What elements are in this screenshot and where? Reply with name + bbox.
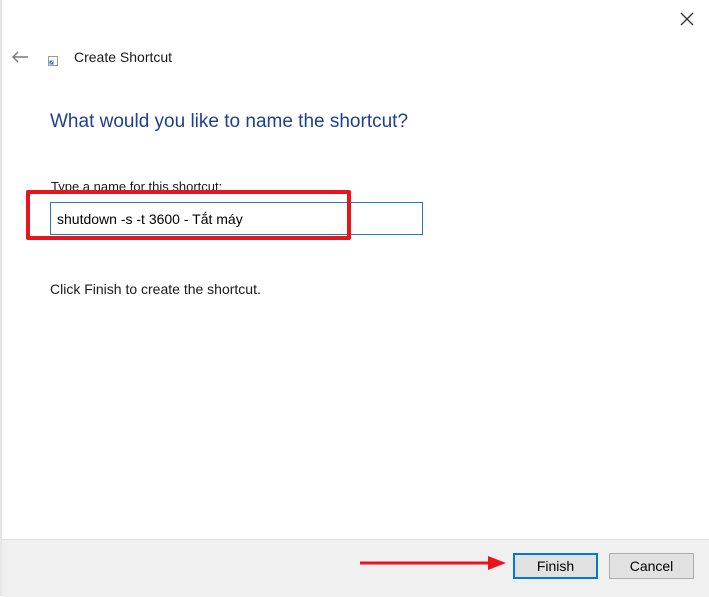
cancel-button[interactable]: Cancel [609, 553, 694, 579]
shortcut-name-input[interactable] [50, 202, 423, 235]
shortcut-name-label: Type a name for this shortcut: [51, 179, 223, 194]
page-heading: What would you like to name the shortcut… [50, 111, 409, 132]
window-edge [0, 0, 2, 596]
close-icon [680, 12, 694, 26]
window-title: Create Shortcut [74, 49, 173, 65]
dialog-footer [2, 539, 709, 597]
finish-instruction: Click Finish to create the shortcut. [50, 281, 261, 297]
back-arrow-icon [12, 51, 28, 63]
back-button[interactable] [8, 46, 32, 68]
close-button[interactable] [672, 6, 702, 32]
finish-button[interactable]: Finish [513, 553, 598, 579]
shortcut-icon [48, 56, 58, 66]
create-shortcut-dialog: Create Shortcut What would you like to n… [0, 0, 709, 597]
